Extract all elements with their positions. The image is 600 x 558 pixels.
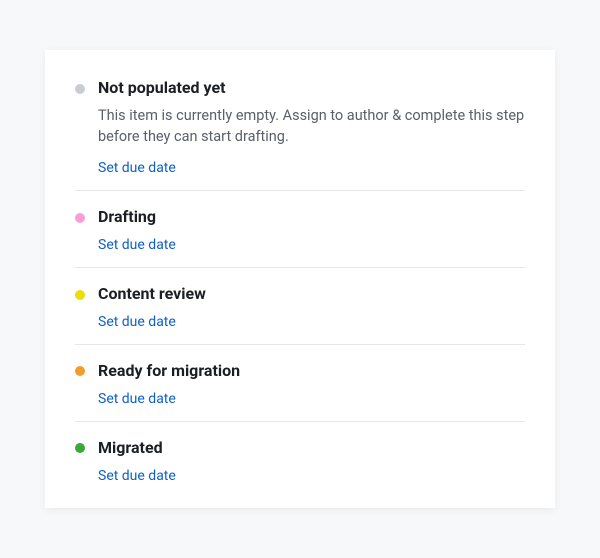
step-title: Drafting bbox=[98, 207, 156, 228]
step-header: Migrated bbox=[75, 438, 525, 459]
set-due-date-link[interactable]: Set due date bbox=[98, 468, 176, 484]
set-due-date-link[interactable]: Set due date bbox=[98, 391, 176, 407]
status-dot-icon bbox=[75, 366, 85, 376]
set-due-date-link[interactable]: Set due date bbox=[98, 160, 176, 176]
step-title: Ready for migration bbox=[98, 361, 240, 382]
workflow-step: Drafting Set due date bbox=[75, 191, 525, 268]
step-header: Drafting bbox=[75, 207, 525, 228]
workflow-step: Ready for migration Set due date bbox=[75, 345, 525, 422]
workflow-step: Not populated yet This item is currently… bbox=[75, 78, 525, 191]
status-dot-icon bbox=[75, 84, 85, 94]
step-body: This item is currently empty. Assign to … bbox=[75, 105, 525, 176]
workflow-steps-card: Not populated yet This item is currently… bbox=[45, 50, 555, 507]
step-title: Not populated yet bbox=[98, 78, 226, 99]
step-header: Ready for migration bbox=[75, 361, 525, 382]
status-dot-icon bbox=[75, 443, 85, 453]
step-body: Set due date bbox=[75, 311, 525, 330]
step-header: Content review bbox=[75, 284, 525, 305]
set-due-date-link[interactable]: Set due date bbox=[98, 237, 176, 253]
step-body: Set due date bbox=[75, 234, 525, 253]
set-due-date-link[interactable]: Set due date bbox=[98, 314, 176, 330]
status-dot-icon bbox=[75, 213, 85, 223]
status-dot-icon bbox=[75, 290, 85, 300]
step-body: Set due date bbox=[75, 388, 525, 407]
step-body: Set due date bbox=[75, 465, 525, 484]
step-title: Content review bbox=[98, 284, 206, 305]
step-description: This item is currently empty. Assign to … bbox=[98, 105, 525, 147]
workflow-step: Content review Set due date bbox=[75, 268, 525, 345]
workflow-step: Migrated Set due date bbox=[75, 422, 525, 484]
step-header: Not populated yet bbox=[75, 78, 525, 99]
step-title: Migrated bbox=[98, 438, 163, 459]
